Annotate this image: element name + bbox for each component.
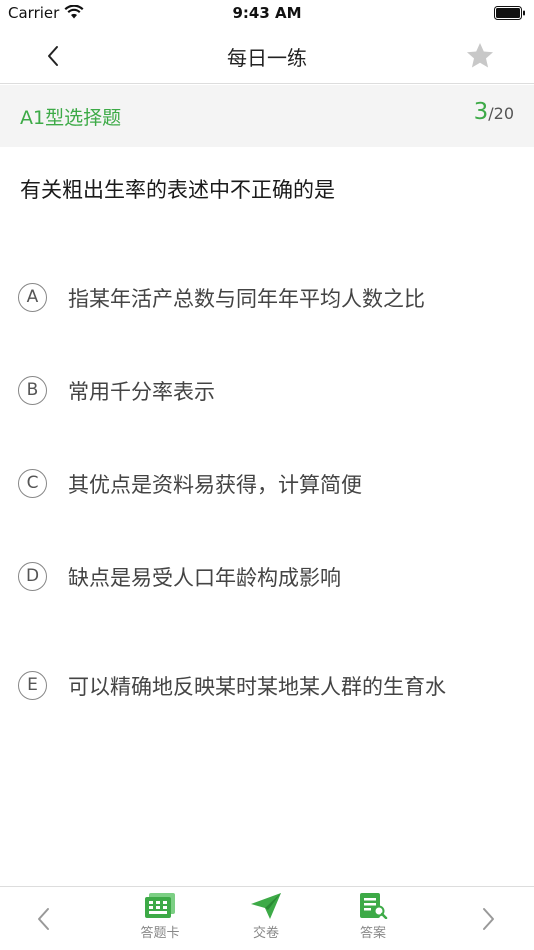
current-question-number: 3 — [473, 99, 489, 125]
star-icon[interactable] — [464, 40, 496, 72]
option-text: 指某年活产总数与同年年平均人数之比 — [68, 287, 425, 311]
option-text: 其优点是资料易获得，计算简便 — [68, 473, 362, 497]
option-letter-badge: A — [18, 283, 47, 312]
clock: 9:43 AM — [232, 4, 302, 22]
status-bar: Carrier 9:43 AM — [0, 0, 534, 28]
submit-label: 交卷 — [252, 926, 279, 941]
option-text: 缺点是易受人口年龄构成影响 — [68, 566, 341, 590]
battery-icon — [494, 6, 525, 20]
nav-bar: 每日一练 — [0, 28, 534, 84]
grid-card-icon — [145, 893, 175, 918]
option-a[interactable]: A 指某年活产总数与同年年平均人数之比 — [18, 280, 528, 316]
document-search-icon — [360, 893, 388, 919]
bottom-toolbar: 答题卡 交卷 答案 — [0, 886, 534, 950]
option-letter-badge: B — [18, 376, 47, 405]
option-text: 常用千分率表示 — [68, 380, 215, 404]
answer-label: 答案 — [359, 926, 386, 941]
option-e[interactable]: E 可以精确地反映某时某地某人群的生育水 — [18, 668, 528, 704]
answer-card-button[interactable]: 答题卡 — [125, 893, 195, 949]
option-text: 可以精确地反映某时某地某人群的生育水 — [68, 675, 446, 699]
page-title: 每日一练 — [227, 46, 307, 70]
option-letter-badge: C — [18, 469, 47, 498]
chevron-right-icon[interactable] — [474, 903, 502, 935]
answer-button[interactable]: 答案 — [338, 893, 408, 949]
option-letter-badge: E — [18, 671, 47, 700]
answer-card-label: 答题卡 — [140, 926, 180, 941]
total-questions: /20 — [488, 104, 514, 123]
question-type-label: A1型选择题 — [20, 107, 122, 129]
option-d[interactable]: D 缺点是易受人口年龄构成影响 — [18, 559, 528, 595]
option-b[interactable]: B 常用千分率表示 — [18, 373, 528, 409]
option-c[interactable]: C 其优点是资料易获得，计算简便 — [18, 466, 528, 502]
question-progress: 3/20 — [474, 99, 514, 125]
submit-button[interactable]: 交卷 — [231, 893, 301, 949]
paper-plane-icon — [251, 893, 281, 919]
question-type-bar: A1型选择题 3/20 — [0, 85, 534, 147]
option-letter-badge: D — [18, 562, 47, 591]
chevron-left-icon[interactable] — [30, 903, 58, 935]
question-text: 有关粗出生率的表述中不正确的是 — [20, 178, 335, 202]
